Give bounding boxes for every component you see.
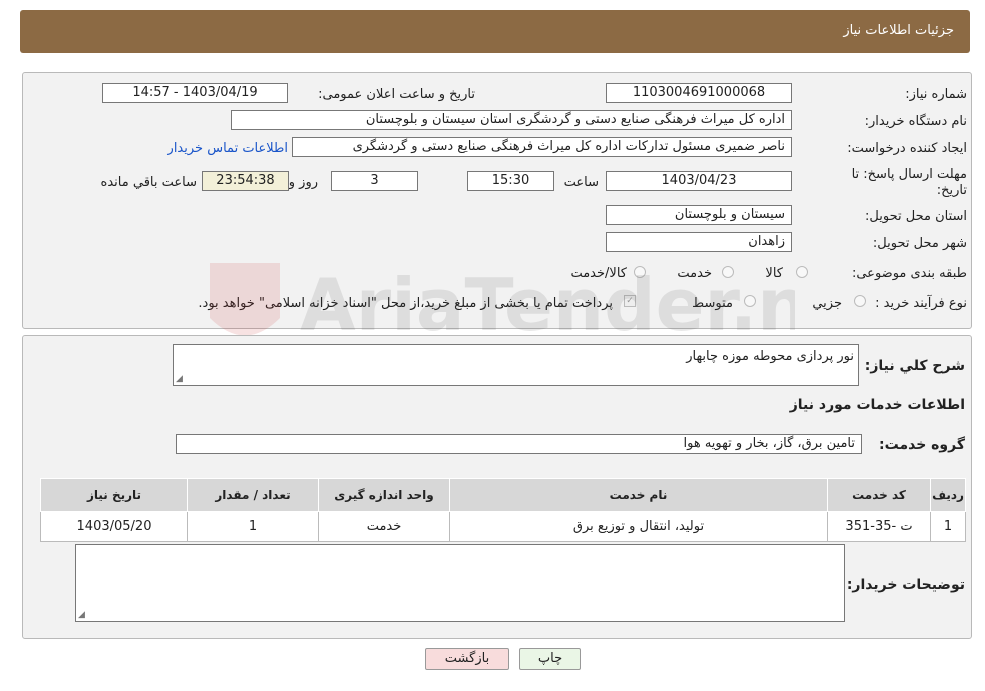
days-label: روز و <box>288 175 318 190</box>
print-button[interactable]: چاپ <box>519 648 581 670</box>
buyer-org-label: نام دستگاه خریدار: <box>864 114 967 129</box>
process-radio-medium[interactable] <box>744 295 756 307</box>
deadline-date-field: 1403/04/23 <box>606 171 792 191</box>
col-header-service-code: کد خدمت <box>827 478 931 512</box>
page-header: جزئیات اطلاعات نیاز <box>20 10 970 53</box>
treasury-payment-checkbox[interactable]: ✓ <box>624 295 636 307</box>
city-label: شهر محل تحویل: <box>872 236 967 251</box>
process-type-label: نوع فرآیند خرید : <box>875 296 967 311</box>
need-number-field: 1103004691000068 <box>606 83 792 103</box>
process-medium-label: متوسط <box>692 296 733 311</box>
cell-need-date: 1403/05/20 <box>40 511 188 542</box>
page-title: جزئیات اطلاعات نیاز <box>843 23 954 38</box>
table-row: 1 ت -35-351 تولید، انتقال و توزیع برق خد… <box>40 511 966 542</box>
resize-grip-icon[interactable]: ◢ <box>78 610 85 620</box>
deadline-label-date: تاریخ: <box>936 183 967 198</box>
creator-field: ناصر ضمیری مسئول تدارکات اداره کل میراث … <box>292 137 792 157</box>
deadline-time-label: ساعت <box>563 175 599 190</box>
col-header-row-number: ردیف <box>930 478 966 512</box>
treasury-payment-note: پرداخت تمام یا بخشی از مبلغ خرید،از محل … <box>198 296 613 311</box>
services-table: ردیف کد خدمت نام خدمت واحد اندازه گیری ت… <box>40 478 966 542</box>
announce-datetime-field: 1403/04/19 - 14:57 <box>102 83 288 103</box>
cell-unit: خدمت <box>318 511 450 542</box>
creator-label: ایجاد کننده درخواست: <box>847 141 967 156</box>
service-group-label: گروه خدمت: <box>879 437 965 453</box>
summary-text: نور پردازی محوطه موزه چابهار <box>686 349 854 364</box>
service-group-field: تامین برق، گاز، بخار و تهویه هوا <box>176 434 862 454</box>
buyer-notes-label: توضیحات خریدار: <box>846 577 965 593</box>
buyer-notes-textarea[interactable]: ◢ <box>75 544 845 622</box>
summary-textarea[interactable]: نور پردازی محوطه موزه چابهار ◢ <box>173 344 859 386</box>
services-heading: اطلاعات خدمات مورد نیاز <box>789 397 965 413</box>
cell-quantity: 1 <box>187 511 319 542</box>
province-label: استان محل تحویل: <box>865 209 967 224</box>
cell-service-code: ت -35-351 <box>827 511 931 542</box>
category-radio-goods[interactable] <box>796 266 808 278</box>
deadline-label: مهلت ارسال پاسخ: تا <box>851 167 967 182</box>
col-header-quantity: تعداد / مقدار <box>187 478 319 512</box>
process-radio-partial[interactable] <box>854 295 866 307</box>
remaining-label: ساعت باقي مانده <box>100 175 197 190</box>
cell-service-name: تولید، انتقال و توزیع برق <box>449 511 828 542</box>
remaining-days-field: 3 <box>331 171 418 191</box>
category-label: طبقه بندی موضوعی: <box>851 266 967 281</box>
col-header-unit: واحد اندازه گیری <box>318 478 450 512</box>
process-partial-label: جزیي <box>812 296 842 311</box>
back-button[interactable]: بازگشت <box>425 648 509 670</box>
summary-label: شرح کلي نیاز: <box>864 358 965 374</box>
resize-grip-icon[interactable]: ◢ <box>176 374 183 384</box>
deadline-time-field: 15:30 <box>467 171 554 191</box>
buyer-org-field: اداره کل میراث فرهنگی صنایع دستی و گردشگ… <box>231 110 792 130</box>
col-header-need-date: تاریخ نیاز <box>40 478 188 512</box>
province-field: سیستان و بلوچستان <box>606 205 792 225</box>
table-header-row: ردیف کد خدمت نام خدمت واحد اندازه گیری ت… <box>40 478 966 512</box>
category-service-label: خدمت <box>677 266 712 281</box>
buyer-contact-link[interactable]: اطلاعات تماس خریدار <box>168 141 288 156</box>
category-goods-service-label: کالا/خدمت <box>570 266 627 281</box>
category-radio-service[interactable] <box>722 266 734 278</box>
col-header-service-name: نام خدمت <box>449 478 828 512</box>
cell-row-number: 1 <box>930 511 966 542</box>
need-number-label: شماره نیاز: <box>905 87 967 102</box>
remaining-time-field: 23:54:38 <box>202 171 289 191</box>
announce-datetime-label: تاریخ و ساعت اعلان عمومی: <box>318 87 475 102</box>
category-radio-goods-service[interactable] <box>634 266 646 278</box>
city-field: زاهدان <box>606 232 792 252</box>
category-goods-label: کالا <box>765 266 783 281</box>
